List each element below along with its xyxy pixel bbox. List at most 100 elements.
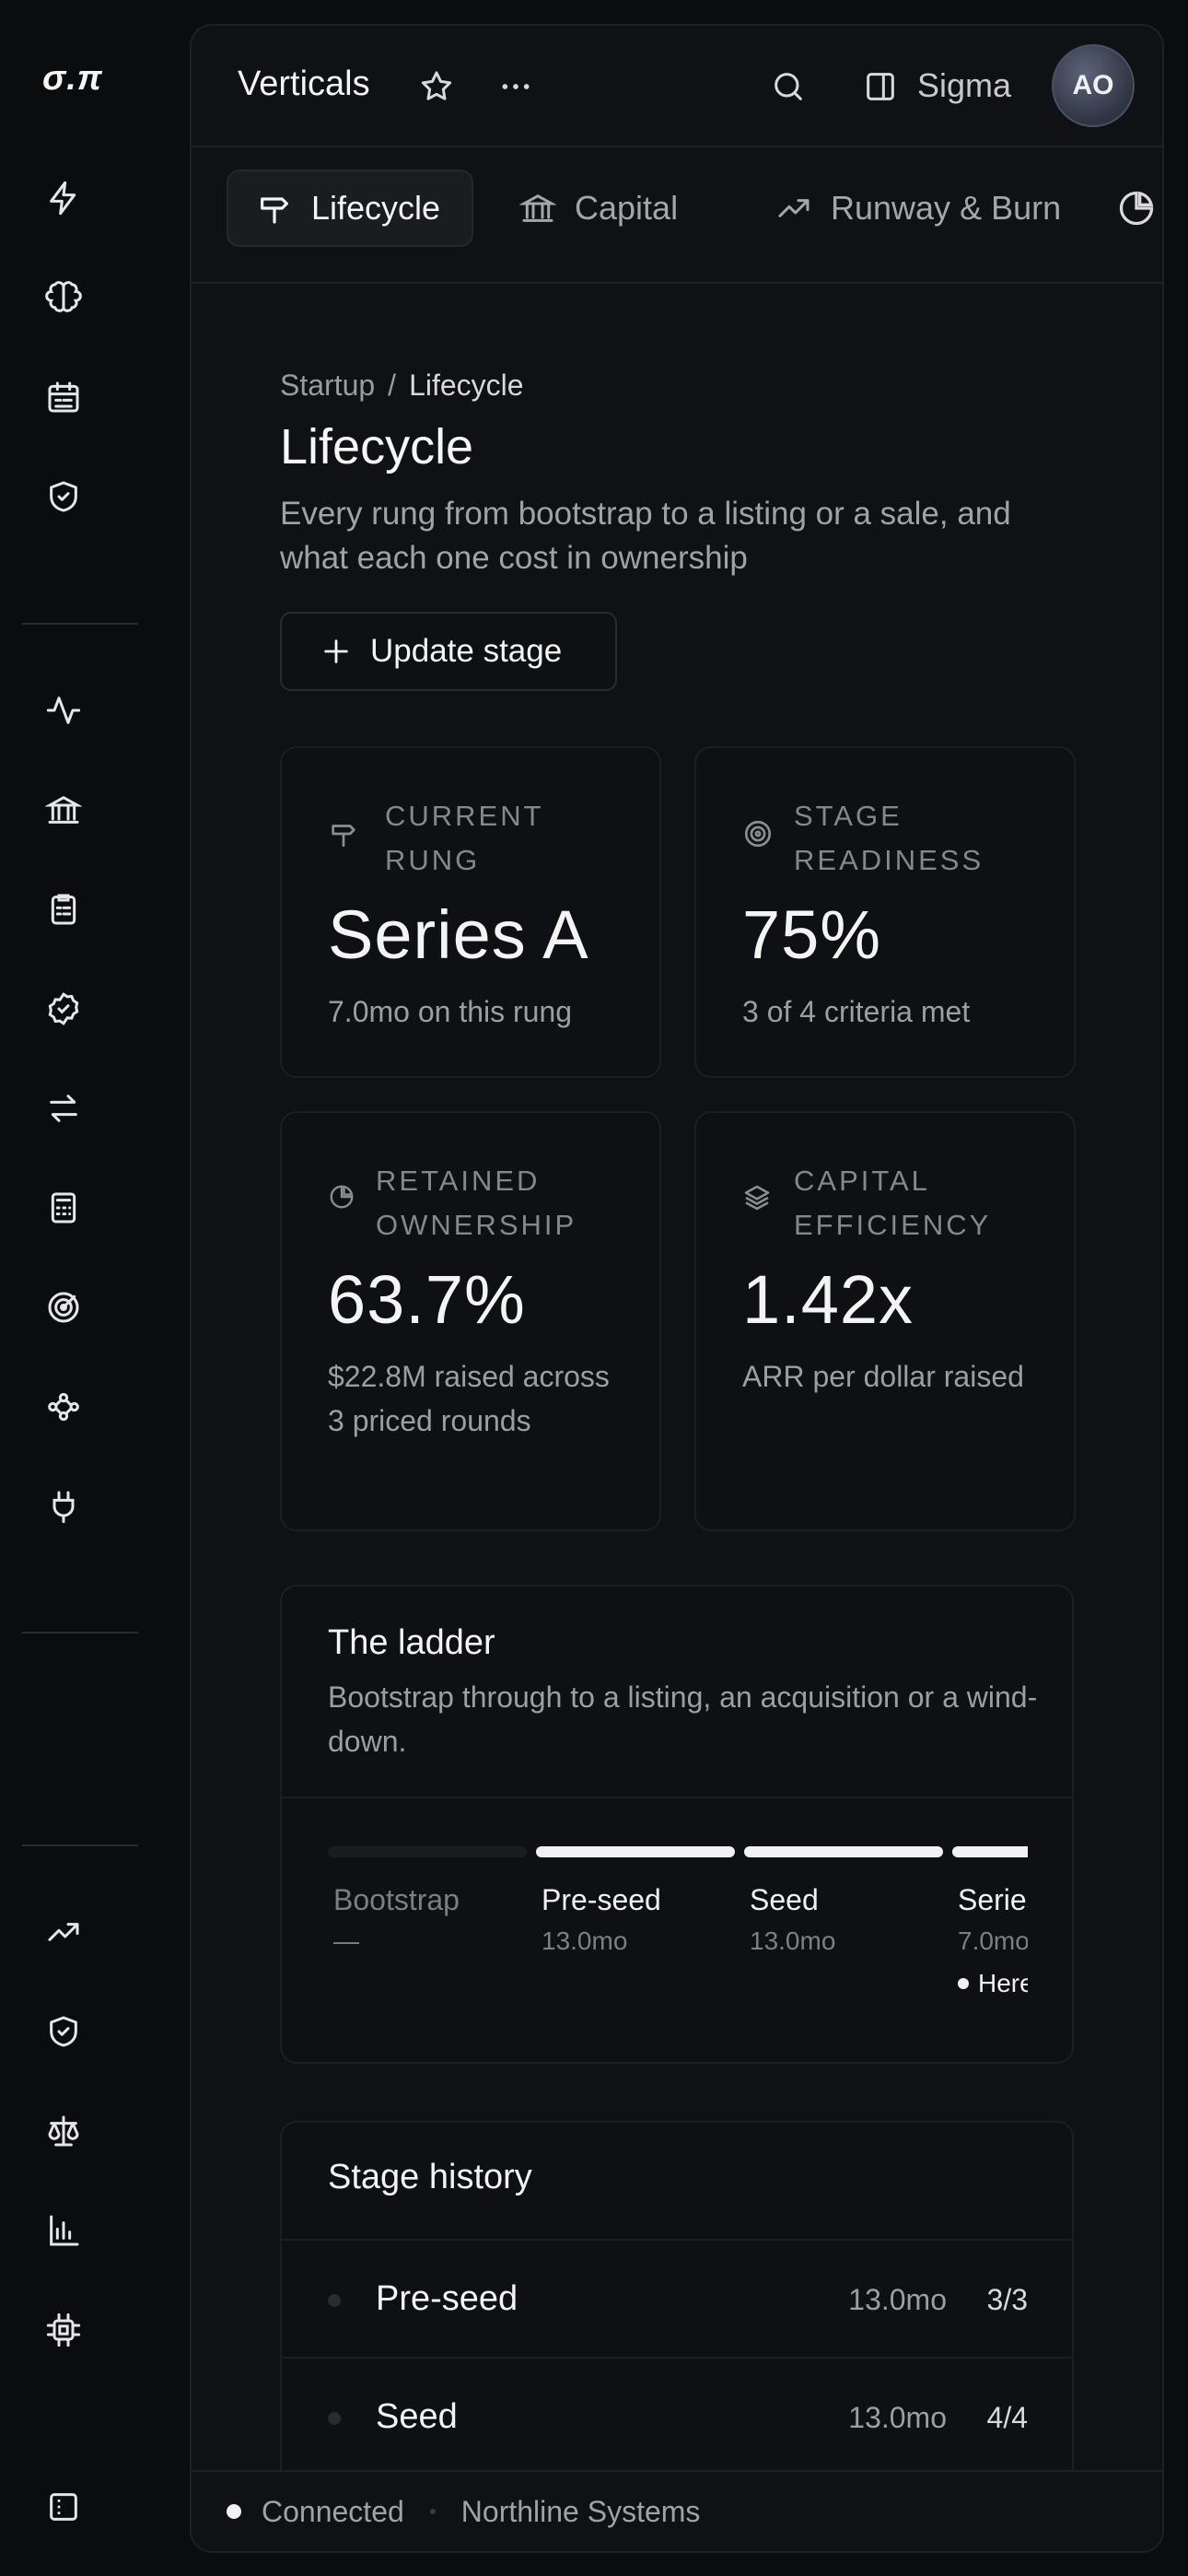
row-duration: 13.0mo xyxy=(848,2283,947,2316)
ladder-rung[interactable]: Seed 13.0mo xyxy=(744,1846,943,1956)
shield-check-icon[interactable] xyxy=(42,2010,85,2053)
marker-label: Here xyxy=(978,1969,1028,1997)
card-divider xyxy=(282,1797,1072,1798)
current-rung-marker: Here xyxy=(952,1969,1028,1998)
panel-toggle-icon[interactable] xyxy=(860,66,901,107)
page-section-title: Verticals xyxy=(238,64,370,103)
lightning-icon[interactable] xyxy=(42,177,85,219)
breadcrumb: Startup / Lifecycle xyxy=(280,369,524,403)
brain-icon[interactable] xyxy=(42,276,85,319)
stat-card-current-rung: Current rung Series A 7.0mo on this rung xyxy=(280,746,661,1078)
row-status-dot xyxy=(328,2294,341,2307)
shield-check-icon[interactable] xyxy=(42,475,85,518)
cpu-icon[interactable] xyxy=(42,2309,85,2351)
search-icon[interactable] xyxy=(768,66,809,107)
row-stage: Seed xyxy=(376,2397,458,2436)
page-subtitle: Every rung from bootstrap to a listing o… xyxy=(280,496,1011,576)
page-title: Lifecycle xyxy=(280,419,474,474)
star-icon[interactable] xyxy=(416,66,457,107)
rung-bar xyxy=(536,1846,735,1857)
ladder-subtitle: Bootstrap through to a listing, an acqui… xyxy=(328,1680,1038,1758)
table-row[interactable]: Seed 13.0mo 4/4 xyxy=(282,2357,1072,2475)
connection-status: Connected xyxy=(262,2494,404,2528)
rung-duration: — xyxy=(333,1926,359,1955)
rail-divider xyxy=(22,1844,138,1846)
tab-runway-burn[interactable]: Runway & Burn xyxy=(748,170,1092,247)
stat-label: Capital efficiency xyxy=(794,1165,992,1241)
bank-icon[interactable] xyxy=(42,789,85,831)
tab-label: Capital xyxy=(575,189,679,227)
main-panel: Verticals Sigma AO Lifecycle Capital Run… xyxy=(190,24,1164,2553)
rung-bar xyxy=(744,1846,943,1857)
rung-duration: 7.0mo xyxy=(958,1926,1028,1955)
row-duration: 13.0mo xyxy=(848,2401,947,2434)
tab-label: Lifecycle xyxy=(311,189,441,227)
trending-up-icon xyxy=(775,190,812,227)
table-row[interactable]: Pre-seed 13.0mo 3/3 xyxy=(282,2239,1072,2357)
status-separator xyxy=(429,2509,436,2514)
row-status-dot xyxy=(328,2412,341,2425)
ladder-rung[interactable]: Pre-seed 13.0mo xyxy=(536,1846,735,1956)
avatar[interactable]: AO xyxy=(1052,44,1135,127)
rung-duration: 13.0mo xyxy=(542,1926,628,1955)
stat-label: Stage readiness xyxy=(794,800,984,876)
company-name[interactable]: Northline Systems xyxy=(461,2495,701,2529)
tab-bar: Lifecycle Capital Runway & Burn xyxy=(192,146,1162,284)
rail-divider xyxy=(22,1632,138,1633)
clipboard-icon[interactable] xyxy=(42,888,85,931)
connection-status-dot xyxy=(227,2504,241,2519)
stat-card-capital-efficiency: Capital efficiency 1.42x ARR per dollar … xyxy=(694,1111,1076,1531)
badge-check-icon[interactable] xyxy=(42,988,85,1030)
plug-icon[interactable] xyxy=(42,1485,85,1528)
left-rail: σ.π xyxy=(0,0,188,2576)
pie-chart-icon[interactable] xyxy=(1116,188,1157,228)
sidebar-toggle-icon[interactable] xyxy=(42,2486,85,2528)
more-options-icon[interactable] xyxy=(495,66,536,107)
workspace-name[interactable]: Sigma xyxy=(917,66,1011,105)
rung-bar xyxy=(328,1846,527,1857)
ladder-rung-current[interactable]: Series A 7.0mo Here xyxy=(952,1846,1028,1998)
activity-icon[interactable] xyxy=(42,689,85,732)
stat-note: 7.0mo on this rung xyxy=(328,995,573,1028)
rung-name: Pre-seed xyxy=(542,1883,661,1916)
rail-divider xyxy=(22,623,138,625)
top-bar: Verticals Sigma AO xyxy=(192,26,1162,146)
trending-up-icon[interactable] xyxy=(42,1911,85,1953)
rung-name: Bootstrap xyxy=(333,1883,460,1916)
row-criteria: 3/3 xyxy=(986,2283,1028,2316)
stat-label: Current rung xyxy=(385,800,543,876)
scale-icon[interactable] xyxy=(42,2110,85,2152)
app-logo[interactable]: σ.π xyxy=(42,59,103,99)
row-criteria: 4/4 xyxy=(986,2401,1028,2434)
tab-capital[interactable]: Capital xyxy=(492,170,709,247)
stat-note: ARR per dollar raised xyxy=(742,1360,1024,1393)
bar-chart-icon[interactable] xyxy=(42,2209,85,2252)
calendar-icon[interactable] xyxy=(42,376,85,418)
calculator-icon[interactable] xyxy=(42,1187,85,1229)
marker-dot xyxy=(958,1978,969,1989)
signpost-icon xyxy=(256,190,293,227)
update-stage-button[interactable]: Update stage xyxy=(280,612,617,691)
target-icon xyxy=(742,818,774,849)
stat-value: Series A xyxy=(328,896,589,973)
ladder-card: The ladder Bootstrap through to a listin… xyxy=(280,1585,1074,2064)
rung-bar xyxy=(952,1846,1028,1857)
tab-lifecycle[interactable]: Lifecycle xyxy=(227,170,474,247)
layers-icon xyxy=(742,1183,774,1214)
ladder-title: The ladder xyxy=(328,1623,495,1662)
ladder-rung[interactable]: Bootstrap — xyxy=(328,1846,527,1956)
stage-history-card: Stage history Pre-seed 13.0mo 3/3 Seed 1… xyxy=(280,2121,1074,2508)
rung-name: Series A xyxy=(958,1883,1028,1916)
workflow-icon[interactable] xyxy=(42,1386,85,1428)
target-icon[interactable] xyxy=(42,1286,85,1329)
status-bar: Connected Northline Systems xyxy=(192,2470,1162,2551)
stat-note: 3 of 4 criteria met xyxy=(742,995,971,1028)
plus-icon xyxy=(320,636,352,667)
rung-duration: 13.0mo xyxy=(750,1926,836,1955)
row-stage: Pre-seed xyxy=(376,2279,518,2318)
breadcrumb-current: Lifecycle xyxy=(409,369,524,402)
breadcrumb-parent[interactable]: Startup xyxy=(280,369,375,402)
transfer-arrows-icon[interactable] xyxy=(42,1087,85,1130)
stat-card-retained-ownership: Retained ownership 63.7% $22.8M raised a… xyxy=(280,1111,661,1531)
rung-name: Seed xyxy=(750,1883,819,1916)
